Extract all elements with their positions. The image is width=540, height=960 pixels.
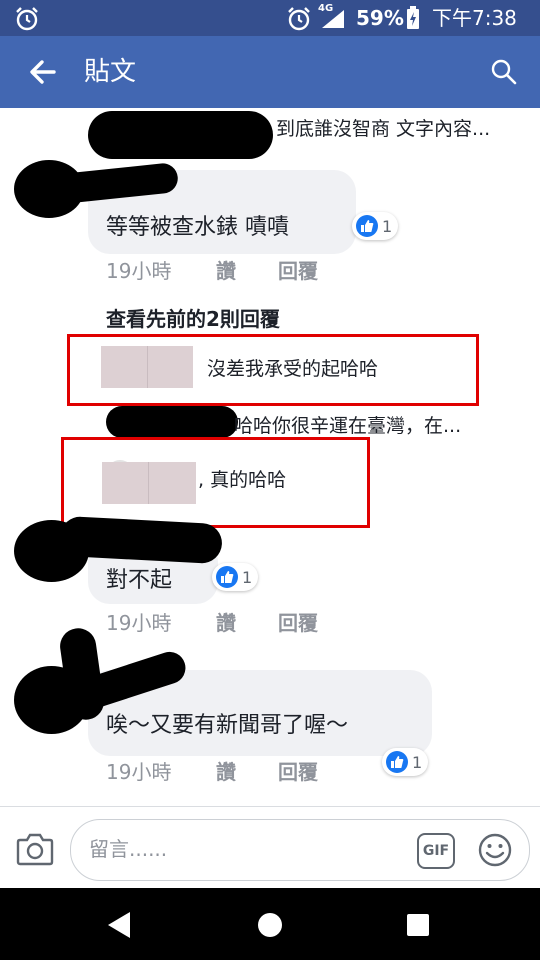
- like-reaction-icon: [216, 566, 238, 588]
- comment-input[interactable]: 留言...... GIF: [70, 819, 530, 881]
- search-icon[interactable]: [490, 58, 518, 86]
- comment-placeholder: 留言......: [89, 837, 168, 861]
- reaction-number: 1: [412, 752, 423, 772]
- comment-time: 19小時: [106, 760, 172, 784]
- reply-text: 沒差我承受的起哈哈: [207, 358, 379, 380]
- system-nav-bar: [0, 888, 540, 960]
- comments-area: 到底誰沒智商 文字內容... 等等被查水錶 嘖嘖 1 19小時 讚 回覆 查看先…: [0, 108, 540, 806]
- nav-home-icon[interactable]: [256, 911, 284, 939]
- like-button[interactable]: 讚: [216, 258, 236, 284]
- redaction-mark: [88, 111, 273, 159]
- alarm-icon: [288, 7, 310, 31]
- signal-icon: [322, 10, 344, 28]
- app-bar: 貼文: [0, 36, 540, 108]
- status-bar: 4G 59% 下午7:38: [0, 0, 540, 36]
- redaction-mark: [59, 515, 223, 565]
- back-arrow-icon[interactable]: [28, 58, 56, 86]
- battery-percent: 59%: [356, 6, 404, 30]
- pixelated-name: [102, 462, 196, 504]
- reply-button[interactable]: 回覆: [278, 759, 318, 785]
- comment-text: 對不起: [106, 568, 173, 593]
- gif-icon[interactable]: GIF: [417, 833, 455, 869]
- gif-label: GIF: [422, 843, 450, 859]
- comment-composer: 留言...... GIF: [0, 806, 540, 889]
- nav-back-icon[interactable]: [106, 910, 134, 940]
- like-button[interactable]: 讚: [216, 610, 236, 636]
- reaction-count[interactable]: 1: [212, 563, 259, 591]
- view-previous-replies-link[interactable]: 查看先前的2則回覆: [106, 306, 280, 332]
- alarm-icon: [16, 7, 38, 31]
- emoji-icon[interactable]: [477, 832, 513, 868]
- battery-charging-icon: [407, 6, 419, 29]
- like-button[interactable]: 讚: [216, 759, 236, 785]
- reply-text: 哈哈你很辛運在臺灣，在...: [234, 415, 462, 437]
- reaction-count[interactable]: 1: [382, 748, 429, 776]
- comment-time: 19小時: [106, 611, 172, 635]
- reply-text: , 真的哈哈: [198, 469, 287, 491]
- like-reaction-icon: [356, 215, 378, 237]
- reaction-count[interactable]: 1: [352, 212, 399, 240]
- comment-snippet: 到底誰沒智商 文字內容...: [276, 118, 491, 140]
- reply-button[interactable]: 回覆: [278, 258, 318, 284]
- comment-time: 19小時: [106, 259, 172, 283]
- reply-button[interactable]: 回覆: [278, 610, 318, 636]
- comment-text: 唉～又要有新聞哥了喔～: [106, 713, 349, 738]
- nav-recents-icon[interactable]: [406, 913, 430, 937]
- redaction-mark: [106, 406, 238, 438]
- clock: 下午7:38: [432, 6, 517, 30]
- reaction-number: 1: [242, 567, 253, 587]
- page-title: 貼文: [84, 57, 137, 87]
- comment-text: 等等被查水錶 嘖嘖: [106, 215, 289, 240]
- camera-icon[interactable]: [16, 832, 54, 866]
- like-reaction-icon: [386, 751, 408, 773]
- reaction-number: 1: [382, 216, 393, 236]
